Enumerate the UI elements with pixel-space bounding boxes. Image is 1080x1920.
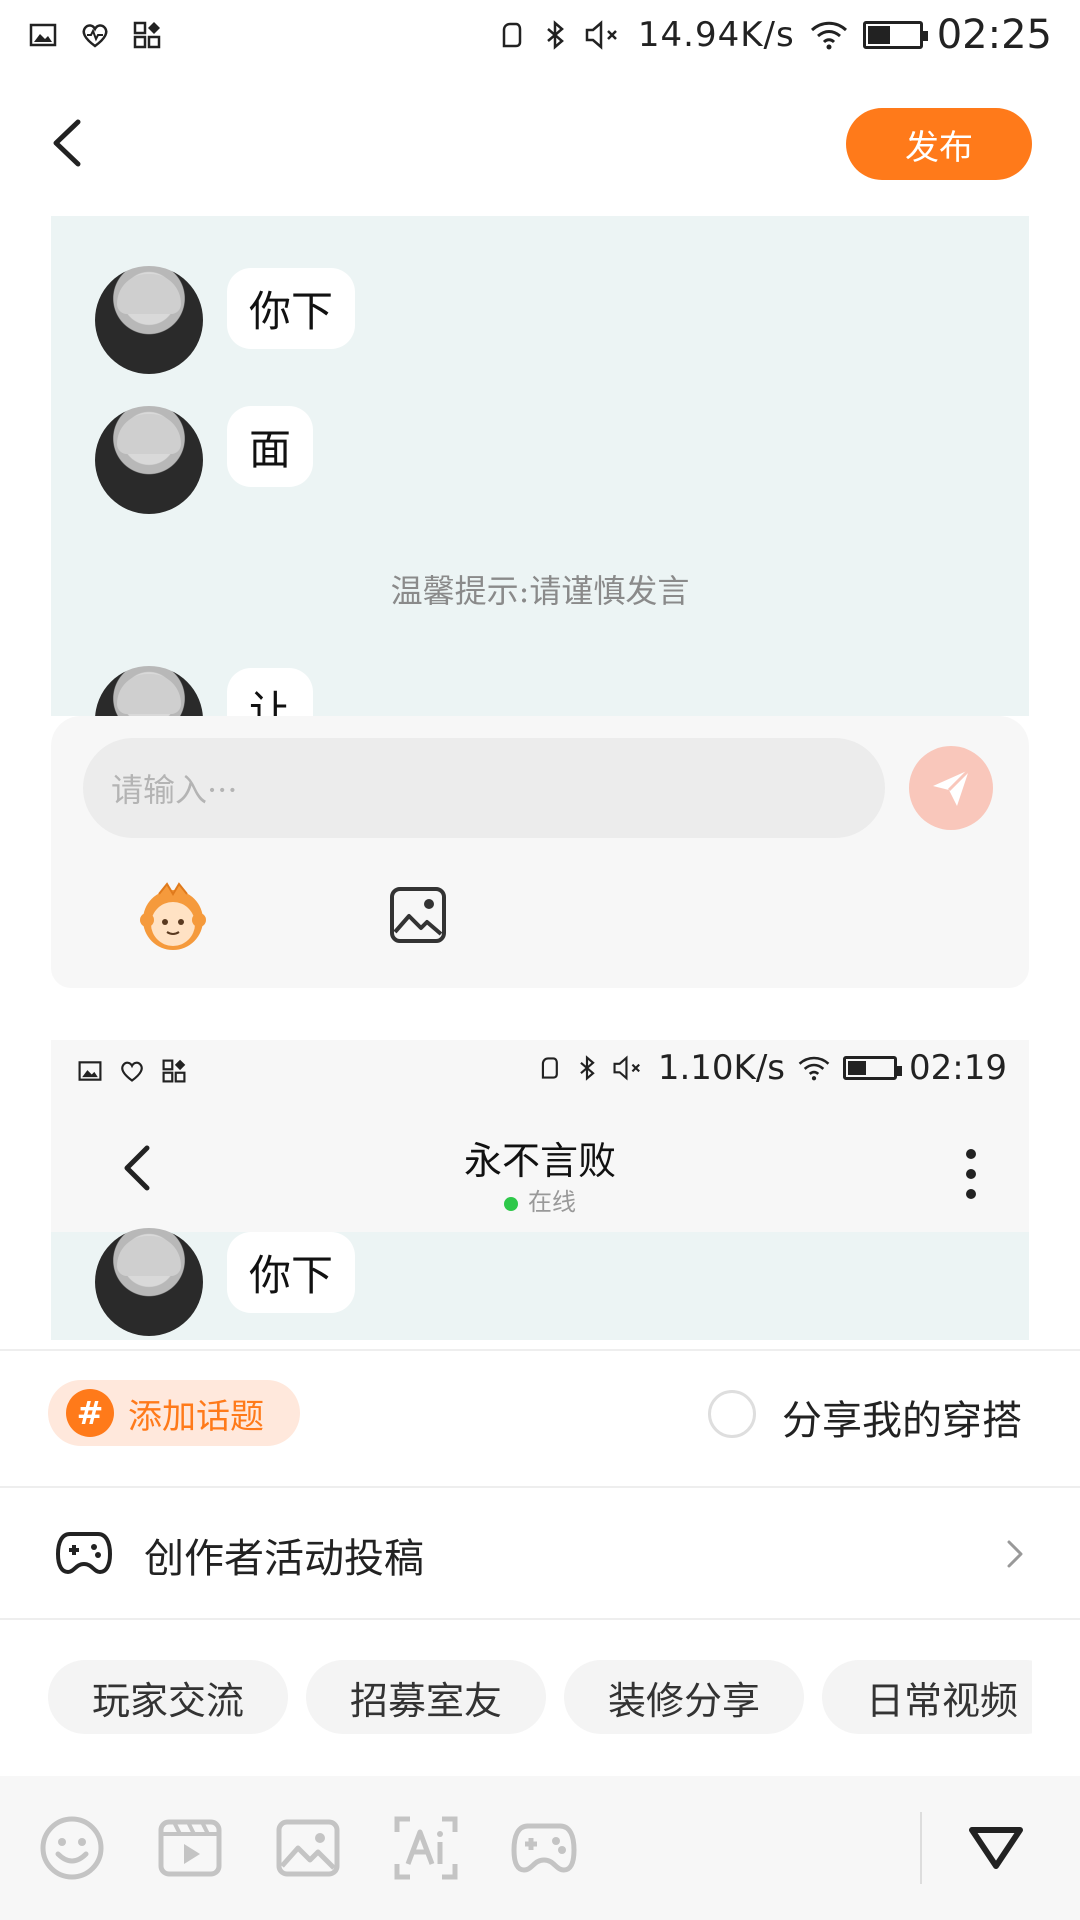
tag-chip-list: 玩家交流 招募室友 装修分享 日常视频 [48, 1660, 1032, 1736]
health-notification-icon [82, 24, 108, 48]
status-bar: 14.94K/s 02:25 [0, 0, 1080, 72]
chat-bubble: 让 [227, 668, 314, 716]
network-speed: 14.94K/s [637, 15, 795, 55]
nfc-icon [541, 1057, 558, 1079]
paper-plane-icon [933, 768, 971, 806]
wifi-icon [810, 21, 847, 50]
editor-toolbar [0, 1776, 1080, 1920]
publish-button[interactable]: 发布 [846, 108, 1032, 180]
apps-notification-icon [162, 1059, 186, 1083]
status-left-icons [28, 20, 162, 50]
game-controller-icon [56, 1532, 112, 1575]
status-bar: 1.10K/s 02:19 [51, 1040, 1029, 1100]
avatar [95, 406, 203, 514]
attached-screenshot-chat-header[interactable]: 1.10K/s 02:19 永不言败 在线 你下 [51, 1040, 1029, 1340]
back-button[interactable] [40, 108, 100, 178]
status-right-icons: 14.94K/s 02:25 [496, 12, 1052, 58]
chat-input-panel: 请输入··· [51, 716, 1029, 988]
divider [0, 1349, 1080, 1351]
battery-icon [843, 1056, 903, 1080]
tag-chip[interactable]: 装修分享 [564, 1660, 804, 1734]
ai-text-icon[interactable] [392, 1814, 460, 1882]
toolbar-separator [920, 1812, 922, 1884]
online-status: 在线 [51, 1182, 1029, 1217]
chat-bubble: 你下 [227, 268, 356, 349]
video-icon[interactable] [156, 1814, 224, 1882]
send-button [909, 746, 993, 830]
chat-input-field: 请输入··· [83, 738, 885, 838]
share-outfit-label[interactable]: 分享我的穿搭 [782, 1388, 1022, 1446]
tag-chip[interactable]: 玩家交流 [48, 1660, 288, 1734]
tag-chip[interactable]: 招募室友 [306, 1660, 546, 1734]
online-label: 在线 [528, 1188, 576, 1216]
muted-speaker-icon [613, 1055, 640, 1081]
bluetooth-icon [580, 1055, 595, 1081]
tag-chip[interactable]: 日常视频 [822, 1660, 1032, 1734]
bluetooth-icon [547, 20, 564, 50]
status-left-icons [77, 1058, 187, 1084]
add-topic-button[interactable]: # 添加话题 [48, 1380, 300, 1446]
gallery-notification-icon [29, 23, 57, 47]
emoji-icon[interactable] [38, 1814, 106, 1882]
nfc-icon [502, 22, 522, 48]
chat-area: 你下 [51, 1228, 1029, 1340]
chevron-right-icon [1007, 1540, 1023, 1568]
image-icon[interactable] [274, 1814, 342, 1882]
creator-activity-row[interactable]: 创作者活动投稿 [0, 1488, 1080, 1618]
more-vertical-icon [966, 1149, 976, 1199]
triangle-down-icon[interactable] [966, 1820, 1026, 1876]
avatar [95, 1228, 203, 1336]
creator-activity-label: 创作者活动投稿 [144, 1536, 424, 1582]
chat-bubble: 你下 [227, 1232, 356, 1313]
health-notification-icon [121, 1061, 143, 1082]
avatar [95, 666, 203, 716]
muted-speaker-icon [585, 20, 617, 50]
add-topic-label: 添加话题 [128, 1396, 264, 1437]
chat-bubble: 面 [227, 406, 314, 487]
divider [0, 1618, 1080, 1620]
online-dot-icon [504, 1196, 518, 1211]
apps-notification-icon [133, 21, 161, 49]
mascot-emoji-icon [140, 882, 206, 950]
status-clock: 02:25 [936, 12, 1052, 58]
status-right-icons: 1.10K/s 02:19 [536, 1048, 1007, 1088]
image-icon [390, 887, 446, 943]
share-outfit-radio[interactable] [708, 1390, 756, 1438]
network-speed: 1.10K/s [657, 1048, 786, 1088]
status-clock: 02:19 [909, 1048, 1007, 1088]
avatar [95, 266, 203, 374]
chat-hint: 温馨提示:请谨慎发言 [390, 572, 690, 610]
hashtag-icon: # [66, 1389, 114, 1437]
gallery-notification-icon [78, 1061, 102, 1081]
chat-title: 永不言败 [463, 1139, 616, 1183]
game-controller-icon[interactable] [510, 1814, 578, 1882]
attached-screenshot-chat[interactable]: 你下 面 温馨提示:请谨慎发言 让 [51, 216, 1029, 716]
chat-header: 永不言败 在线 [51, 1110, 1029, 1230]
battery-icon [862, 21, 928, 49]
wifi-icon [798, 1056, 830, 1081]
